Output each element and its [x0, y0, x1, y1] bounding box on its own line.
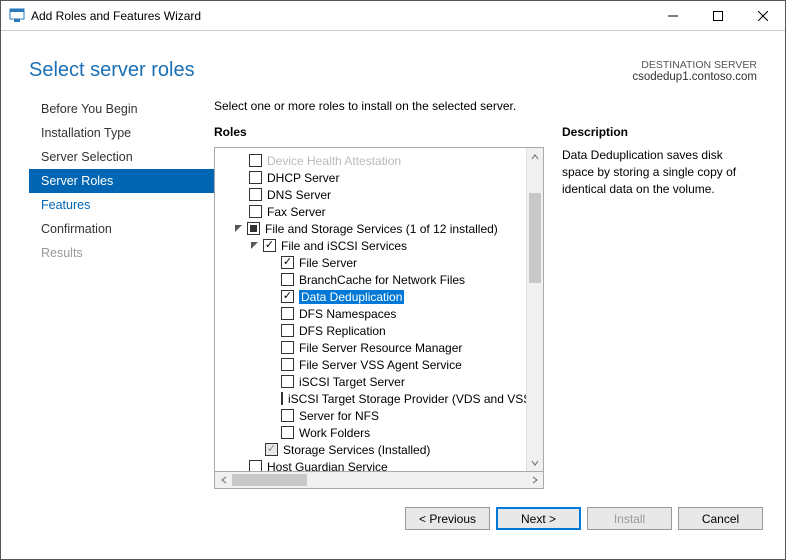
page-title: Select server roles — [29, 59, 195, 83]
collapse-icon[interactable] — [249, 240, 260, 251]
role-label: Fax Server — [267, 205, 326, 219]
role-label: File and iSCSI Services — [281, 239, 407, 253]
checkbox[interactable] — [281, 290, 294, 303]
role-label: Server for NFS — [299, 409, 379, 423]
cancel-button[interactable]: Cancel — [678, 507, 763, 530]
role-label: File Server — [299, 256, 357, 270]
install-button: Install — [587, 507, 672, 530]
nav-before-you-begin[interactable]: Before You Begin — [29, 97, 214, 121]
role-label: File Server VSS Agent Service — [299, 358, 462, 372]
maximize-button[interactable] — [695, 1, 740, 30]
close-button[interactable] — [740, 1, 785, 30]
nav-installation-type[interactable]: Installation Type — [29, 121, 214, 145]
checkbox[interactable] — [281, 273, 294, 286]
checkbox[interactable] — [281, 324, 294, 337]
role-label: Device Health Attestation — [267, 154, 401, 168]
scroll-thumb[interactable] — [529, 193, 541, 283]
window-controls — [650, 1, 785, 30]
role-label: DHCP Server — [267, 171, 339, 185]
previous-button[interactable]: < Previous — [405, 507, 490, 530]
destination-label: DESTINATION SERVER — [632, 59, 757, 71]
nav-confirmation[interactable]: Confirmation — [29, 217, 214, 241]
instruction-text: Select one or more roles to install on t… — [214, 93, 765, 125]
content: Select one or more roles to install on t… — [214, 93, 765, 489]
header: Select server roles DESTINATION SERVER c… — [1, 31, 785, 93]
wizard-nav: Before You Begin Installation Type Serve… — [29, 93, 214, 489]
checkbox — [265, 443, 278, 456]
roles-heading: Roles — [214, 125, 544, 147]
destination-block: DESTINATION SERVER csodedup1.contoso.com — [632, 59, 757, 83]
nav-results: Results — [29, 241, 214, 265]
titlebar: Add Roles and Features Wizard — [1, 1, 785, 31]
checkbox[interactable] — [281, 341, 294, 354]
scroll-right-icon[interactable] — [526, 472, 543, 488]
description-text: Data Deduplication saves disk space by s… — [562, 147, 752, 197]
role-label-selected[interactable]: Data Deduplication — [299, 290, 404, 304]
checkbox[interactable] — [249, 154, 262, 167]
nav-features[interactable]: Features — [29, 193, 214, 217]
scroll-down-icon[interactable] — [527, 454, 543, 471]
checkbox[interactable] — [281, 307, 294, 320]
footer: < Previous Next > Install Cancel — [1, 489, 785, 530]
role-label: File Server Resource Manager — [299, 341, 462, 355]
checkbox[interactable] — [263, 239, 276, 252]
checkbox[interactable] — [281, 375, 294, 388]
role-label: Storage Services (Installed) — [283, 443, 430, 457]
collapse-icon[interactable] — [233, 223, 244, 234]
role-label: iSCSI Target Storage Provider (VDS and V… — [288, 392, 526, 406]
horizontal-scrollbar[interactable] — [214, 472, 544, 489]
app-icon — [9, 8, 25, 24]
description-heading: Description — [562, 125, 752, 147]
nav-server-selection[interactable]: Server Selection — [29, 145, 214, 169]
scroll-thumb[interactable] — [232, 474, 307, 486]
nav-server-roles[interactable]: Server Roles — [29, 169, 214, 193]
next-button[interactable]: Next > — [496, 507, 581, 530]
checkbox[interactable] — [249, 205, 262, 218]
destination-server: csodedup1.contoso.com — [632, 71, 757, 83]
main: Before You Begin Installation Type Serve… — [1, 93, 785, 489]
checkbox[interactable] — [281, 256, 294, 269]
role-label: Host Guardian Service — [267, 460, 388, 472]
checkbox[interactable] — [249, 460, 262, 471]
checkbox[interactable] — [281, 392, 283, 405]
role-label: File and Storage Services (1 of 12 insta… — [265, 222, 498, 236]
window-title: Add Roles and Features Wizard — [31, 9, 650, 23]
checkbox[interactable] — [281, 358, 294, 371]
checkbox[interactable] — [281, 426, 294, 439]
role-label: Work Folders — [299, 426, 370, 440]
role-label: iSCSI Target Server — [299, 375, 405, 389]
vertical-scrollbar[interactable] — [526, 148, 543, 471]
minimize-button[interactable] — [650, 1, 695, 30]
roles-tree[interactable]: Device Health Attestation DHCP Server DN… — [214, 147, 544, 472]
role-label: DNS Server — [267, 188, 331, 202]
role-label: DFS Namespaces — [299, 307, 396, 321]
checkbox[interactable] — [249, 188, 262, 201]
checkbox[interactable] — [247, 222, 260, 235]
scroll-up-icon[interactable] — [527, 148, 543, 165]
checkbox[interactable] — [249, 171, 262, 184]
scroll-left-icon[interactable] — [215, 472, 232, 488]
role-label: BranchCache for Network Files — [299, 273, 465, 287]
checkbox[interactable] — [281, 409, 294, 422]
role-label: DFS Replication — [299, 324, 386, 338]
